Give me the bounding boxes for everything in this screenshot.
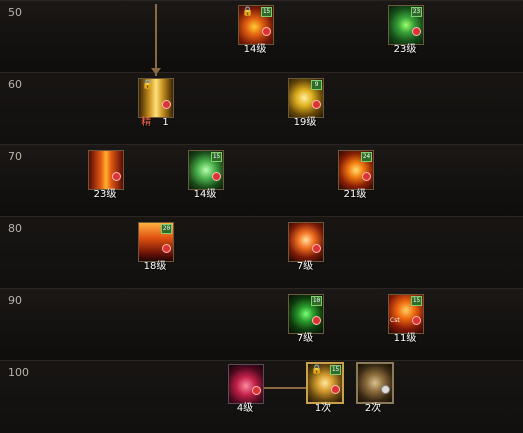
red-gem-icon	[412, 27, 421, 36]
skill-icon-70-c[interactable]: 24	[338, 150, 374, 190]
skill-badge: 15	[411, 296, 422, 306]
red-gem-icon	[162, 244, 171, 253]
level-label-80: 80	[8, 222, 22, 235]
red-gem-icon	[312, 244, 321, 253]
skill-level-100-b: 1次	[314, 403, 332, 414]
bronze-sigil-icon	[358, 364, 392, 402]
skill-corner-label: Cst	[390, 317, 400, 324]
red-gem-icon	[362, 172, 371, 181]
level-label-90: 90	[8, 294, 22, 307]
lock-icon: 🔒	[142, 80, 154, 90]
skill-level-70-b: 14级	[193, 189, 217, 200]
skill-level-100-c: 2次	[364, 403, 382, 414]
red-gem-icon	[112, 172, 121, 181]
connector-line-100	[262, 387, 308, 389]
row-band-60	[0, 72, 523, 145]
connector-arrow-icon	[151, 68, 161, 75]
skill-icon-100-a[interactable]	[228, 364, 264, 404]
connector-line-50-60	[155, 4, 157, 76]
skill-badge: 23	[411, 7, 422, 17]
skill-badge: 20	[161, 224, 172, 234]
skill-icon-60-a[interactable]: 🔒	[138, 78, 174, 118]
skill-icon-60-b[interactable]: 9	[288, 78, 324, 118]
red-gem-icon	[252, 386, 261, 395]
skill-level-value: 1	[162, 117, 169, 128]
skill-icon-50-b[interactable]: 23	[388, 5, 424, 45]
skill-level-90-b: 11级	[393, 333, 417, 344]
skill-badge: 24	[361, 152, 372, 162]
lock-icon: 🔒	[242, 7, 254, 17]
skill-level-prefix: 精	[141, 117, 152, 128]
skill-level-50-b: 23级	[393, 44, 417, 55]
row-band-80	[0, 216, 523, 289]
skill-icon-70-b[interactable]: 15	[188, 150, 224, 190]
clock-icon	[381, 385, 390, 394]
red-gem-icon	[312, 316, 321, 325]
skill-icon-80-a[interactable]: 20	[138, 222, 174, 262]
skill-level-80-b: 7级	[296, 261, 314, 272]
skill-level-50-a: 14级	[243, 44, 267, 55]
skill-icon-90-a[interactable]: 10	[288, 294, 324, 334]
skill-level-100-a: 4级	[236, 403, 254, 414]
skill-icon-70-a[interactable]	[88, 150, 124, 190]
skill-icon-100-c[interactable]	[356, 362, 394, 404]
skill-badge: 10	[311, 296, 322, 306]
level-label-100: 100	[8, 366, 29, 379]
skill-icon-50-a[interactable]: 🔒 15	[238, 5, 274, 45]
row-band-70	[0, 144, 523, 217]
skill-badge: 15	[211, 152, 222, 162]
fire-burst-icon	[289, 223, 323, 261]
level-label-60: 60	[8, 78, 22, 91]
red-gem-icon	[212, 172, 221, 181]
level-label-50: 50	[8, 6, 22, 19]
red-gem-icon	[331, 385, 340, 394]
red-gem-icon	[262, 27, 271, 36]
skill-icon-90-b[interactable]: 15 Cst	[388, 294, 424, 334]
skill-badge: 15	[261, 7, 272, 17]
skill-badge: 15	[330, 365, 341, 375]
skill-badge: 9	[311, 80, 322, 90]
crimson-wave-icon	[229, 365, 263, 403]
lock-icon: 🔒	[311, 365, 323, 375]
skill-level-90-a: 7级	[296, 333, 314, 344]
row-band-90	[0, 288, 523, 361]
red-gem-icon	[312, 100, 321, 109]
skill-level-80-a: 18级	[143, 261, 167, 272]
skill-level-70-a: 23级	[93, 189, 117, 200]
skill-level-60-b: 19级	[293, 117, 317, 128]
skill-icon-100-b[interactable]: 🔒 15	[306, 362, 344, 404]
red-gem-icon	[412, 316, 421, 325]
skill-level-70-c: 21级	[343, 189, 367, 200]
red-gem-icon	[162, 100, 171, 109]
level-label-70: 70	[8, 150, 22, 163]
skill-icon-80-b[interactable]	[288, 222, 324, 262]
skill-level-60-a: 精 1	[135, 113, 175, 128]
fire-pillar-icon	[89, 151, 123, 189]
